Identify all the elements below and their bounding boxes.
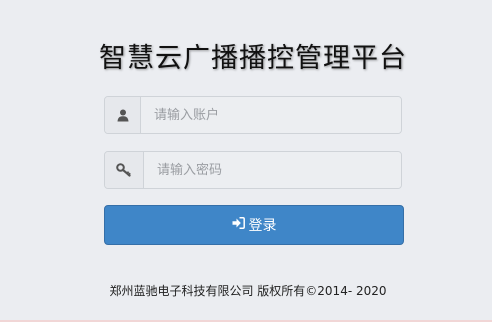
copyright-text: 郑州蓝驰电子科技有限公司 版权所有©2014- 2020 [109,284,387,298]
key-icon [105,152,144,188]
username-group [104,96,402,134]
login-label: 登录 [248,218,277,234]
sign-in-icon [232,217,245,233]
login-button[interactable]: 登录 [104,205,404,245]
password-input[interactable] [144,152,401,188]
username-input[interactable] [141,97,401,133]
page-title: 智慧云广播播控管理平台 [99,43,407,74]
user-icon [105,97,141,133]
password-group [104,151,402,189]
